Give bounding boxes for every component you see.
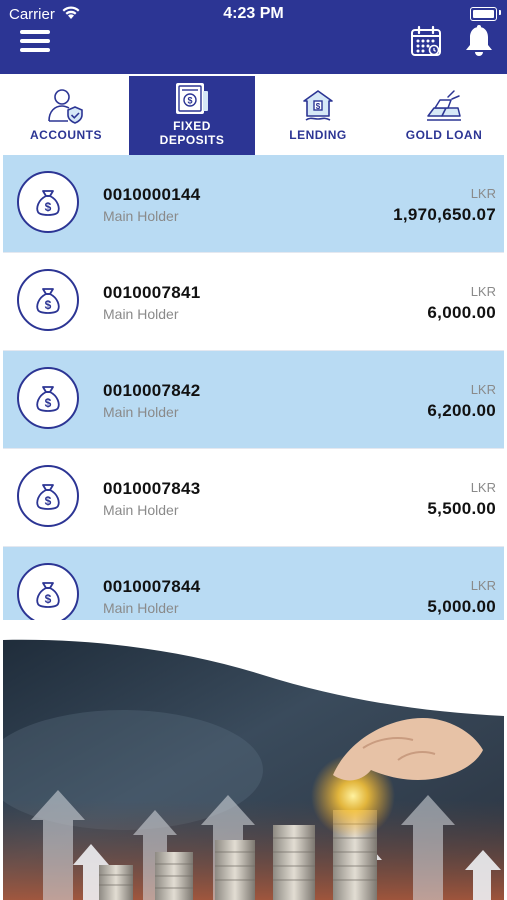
- tab-label-fixed-deposits-line1: FIXED: [173, 119, 211, 133]
- account-number: 0010007841: [103, 283, 201, 302]
- list-item[interactable]: $ 0010000144 Main Holder LKR 1,970,650.0…: [3, 155, 504, 253]
- tab-label-accounts: ACCOUNTS: [30, 128, 102, 142]
- gold-bars-icon: [427, 90, 461, 121]
- deposit-amount: 5,500.00: [427, 499, 496, 518]
- deposit-amount: 6,000.00: [427, 303, 496, 322]
- svg-text:$: $: [316, 102, 321, 111]
- svg-text:$: $: [45, 494, 52, 508]
- svg-text:$: $: [45, 396, 52, 410]
- deposit-amount: 6,200.00: [427, 401, 496, 420]
- tab-label-fixed-deposits: FIXED DEPOSITS: [160, 119, 225, 147]
- currency-label: LKR: [470, 578, 496, 593]
- product-tabs: ACCOUNTS $ FIXED DEPOSITS $ LENDING GOLD…: [0, 74, 507, 155]
- svg-text:$: $: [45, 298, 52, 312]
- currency-label: LKR: [470, 284, 496, 299]
- coins-growth-banner: [3, 620, 504, 900]
- svg-text:$: $: [45, 592, 52, 606]
- battery-icon: [470, 7, 497, 21]
- deposit-document-icon: $: [176, 83, 208, 114]
- hamburger-menu-icon[interactable]: [20, 30, 50, 54]
- tab-lending[interactable]: $ LENDING: [255, 74, 381, 155]
- money-bag-icon: $: [17, 269, 79, 331]
- money-bag-icon: $: [17, 367, 79, 429]
- account-number: 0010007843: [103, 479, 201, 498]
- money-bag-icon: $: [17, 171, 79, 233]
- holder-type: Main Holder: [103, 600, 179, 616]
- tab-label-lending: LENDING: [289, 128, 347, 142]
- holder-type: Main Holder: [103, 502, 179, 518]
- money-bag-icon: $: [17, 563, 79, 620]
- svg-text:$: $: [187, 96, 192, 106]
- svg-text:$: $: [45, 200, 52, 214]
- account-number: 0010000144: [103, 185, 201, 204]
- tab-label-gold-loan: GOLD LOAN: [405, 128, 483, 142]
- house-money-icon: $: [303, 90, 333, 121]
- tab-accounts[interactable]: ACCOUNTS: [3, 74, 129, 155]
- notification-bell-icon[interactable]: [462, 24, 496, 58]
- tab-fixed-deposits[interactable]: $ FIXED DEPOSITS: [129, 76, 255, 155]
- currency-label: LKR: [470, 382, 496, 397]
- list-item[interactable]: $ 0010007843 Main Holder LKR 5,500.00: [3, 449, 504, 547]
- list-item[interactable]: $ 0010007841 Main Holder LKR 6,000.00: [3, 253, 504, 351]
- account-number: 0010007842: [103, 381, 201, 400]
- account-number: 0010007844: [103, 577, 201, 596]
- user-shield-icon: [48, 89, 83, 124]
- calendar-icon[interactable]: [409, 24, 443, 58]
- tab-label-fixed-deposits-line2: DEPOSITS: [159, 133, 225, 147]
- currency-label: LKR: [470, 186, 496, 201]
- deposit-amount: 1,970,650.07: [393, 205, 496, 224]
- currency-label: LKR: [470, 480, 496, 495]
- battery-tip: [499, 10, 501, 15]
- money-bag-icon: $: [17, 465, 79, 527]
- app-header: Carrier 4:23 PM: [0, 0, 507, 74]
- list-item[interactable]: $ 0010007844 Main Holder LKR 5,000.00: [3, 547, 504, 620]
- status-time: 4:23 PM: [223, 5, 284, 22]
- fixed-deposit-list: $ 0010000144 Main Holder LKR 1,970,650.0…: [3, 155, 504, 620]
- holder-type: Main Holder: [103, 404, 179, 420]
- deposit-amount: 5,000.00: [427, 597, 496, 616]
- holder-type: Main Holder: [103, 208, 179, 224]
- list-item[interactable]: $ 0010007842 Main Holder LKR 6,200.00: [3, 351, 504, 449]
- tab-gold-loan[interactable]: GOLD LOAN: [381, 74, 507, 155]
- holder-type: Main Holder: [103, 306, 179, 322]
